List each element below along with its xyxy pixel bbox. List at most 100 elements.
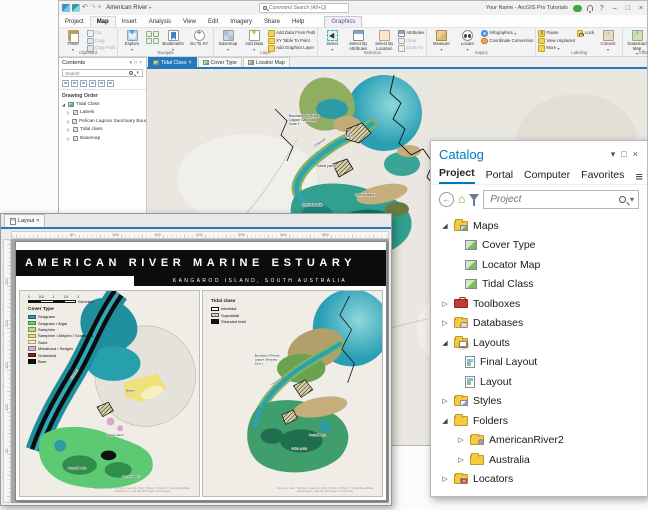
command-search-box[interactable] (259, 3, 349, 13)
list-by-editing-icon[interactable] (89, 80, 96, 87)
tab-view[interactable]: View (177, 17, 202, 27)
tab-analysis[interactable]: Analysis (143, 17, 177, 27)
tree-item-layout[interactable]: Layout (431, 372, 647, 392)
layer-checkbox[interactable]: ✓ (73, 110, 78, 115)
view-unplaced-button[interactable]: View Unplaced (538, 38, 575, 45)
panel-menu-icon[interactable]: ▾ (608, 149, 619, 160)
tab-insert[interactable]: Insert (116, 17, 143, 27)
tab-imagery[interactable]: Imagery (224, 17, 258, 27)
layer-row-labels[interactable]: ▷ ✓ Labels (59, 109, 146, 118)
notifications-bell-icon[interactable] (587, 5, 593, 11)
tree-item-final-layout[interactable]: Final Layout (431, 353, 647, 373)
full-extent-icon[interactable] (146, 31, 152, 37)
tab-share[interactable]: Share (258, 17, 286, 27)
convert-labels-button[interactable]: Convert▾ (596, 29, 620, 51)
command-search-input[interactable] (269, 5, 345, 11)
add-data-from-path-button[interactable]: Add Data From Path (268, 30, 315, 37)
copy-button[interactable]: Copy (87, 38, 115, 45)
account-status-badge[interactable] (573, 5, 582, 12)
tab-edit[interactable]: Edit (202, 17, 224, 27)
view-tab-cover-type[interactable]: Cover Type (198, 57, 242, 67)
attributes-button[interactable]: Attributes (398, 30, 424, 37)
list-by-selection-icon[interactable] (80, 80, 87, 87)
measure-button[interactable]: Measure▾ (429, 29, 453, 51)
catalog-tab-portal[interactable]: Portal (486, 169, 513, 184)
qat-dropdown-icon[interactable]: ▾ (98, 4, 102, 12)
pause-labels-button[interactable]: Pause (538, 30, 575, 37)
next-extent-icon[interactable] (153, 38, 159, 44)
view-tab-locator-map[interactable]: Locator Map (243, 57, 290, 67)
layer-row-tidal-class[interactable]: ▷ ✓ Tidal class (59, 126, 146, 135)
explore-button[interactable]: Explore▾ (120, 29, 144, 51)
project-name-menu[interactable]: American River ▾ (106, 5, 151, 11)
layer-checkbox[interactable]: ✓ (73, 127, 78, 132)
list-by-labeling-icon[interactable] (107, 80, 114, 87)
layer-row-pelican-boundary[interactable]: ▷ ✓ Pelican Lagoon Sanctuary Boundary (59, 117, 146, 126)
layer-checkbox[interactable]: ✓ (72, 119, 77, 124)
tree-item-tidal-class[interactable]: Tidal Class (431, 275, 647, 295)
clear-button[interactable]: Clear (398, 38, 424, 45)
layer-row-map[interactable]: ◢ Tidal Class (59, 100, 146, 109)
select-by-location-button[interactable]: Select By Location (372, 29, 396, 51)
close-layout-icon[interactable]: × (36, 218, 39, 224)
close-button[interactable]: × (637, 5, 645, 12)
layout-canvas[interactable]: AMERICAN RIVER MARINE ESTUARY KANGAROO I… (11, 239, 389, 503)
filter-icon[interactable] (469, 194, 479, 201)
project-icon[interactable] (72, 4, 80, 12)
coordinate-conversion-button[interactable]: Coordinate Conversion (481, 38, 533, 45)
lock-labels-button[interactable]: Lock (577, 30, 594, 37)
contents-search-box[interactable]: ▾ (62, 69, 143, 77)
layer-row-basemap[interactable]: ▷ ✓ Basemap (59, 134, 146, 143)
view-tab-tidal-class[interactable]: Tidal Class × (148, 57, 197, 67)
list-by-snapping-icon[interactable] (98, 80, 105, 87)
go-to-xy-button[interactable]: Go To XY (187, 29, 211, 47)
tree-item-locators[interactable]: ▷ Locators (431, 470, 647, 490)
basemap-button[interactable]: Basemap▾ (216, 29, 240, 51)
xy-table-to-point-button[interactable]: XY Table To Point (268, 38, 315, 45)
tree-item-styles[interactable]: ▷ Styles (431, 392, 647, 412)
catalog-tab-project[interactable]: Project (439, 167, 475, 184)
panel-float-icon[interactable]: □ (618, 149, 629, 159)
cover-type-map-frame[interactable]: Channel Beach Saline patch Central Basin… (19, 290, 200, 497)
panel-close-icon[interactable]: × (630, 149, 641, 159)
contents-search-input[interactable] (65, 71, 127, 76)
tree-item-australia[interactable]: ▷ Australia (431, 450, 647, 470)
redo-button[interactable]: ↷ (90, 4, 96, 12)
tree-item-folders[interactable]: ◢ Folders (431, 411, 647, 431)
previous-extent-icon[interactable] (146, 38, 152, 44)
close-view-icon[interactable]: × (188, 60, 191, 66)
locate-button[interactable]: Locate▾ (455, 29, 479, 51)
catalog-search-box[interactable]: ▾ (483, 190, 639, 209)
undo-button[interactable]: ↶ (82, 4, 88, 12)
cut-button[interactable]: Cut (87, 30, 115, 37)
tidal-class-map-frame[interactable]: Boundary of Pelican Lagoon Sanctuary Zon… (202, 290, 383, 497)
tree-item-locator-map[interactable]: Locator Map (431, 255, 647, 275)
catalog-tab-computer[interactable]: Computer (524, 169, 570, 184)
tree-item-layouts[interactable]: ◢ Layouts (431, 333, 647, 353)
paste-button[interactable]: Paste▾ (61, 29, 85, 51)
help-button[interactable]: ? (598, 5, 606, 12)
catalog-search-input[interactable] (488, 193, 615, 206)
tab-graphics-contextual[interactable]: Graphics (324, 16, 362, 27)
panel-close-icon[interactable]: × (138, 60, 143, 66)
catalog-menu-icon[interactable]: ≡ (635, 170, 643, 184)
fixed-zoom-in-icon[interactable] (153, 31, 159, 37)
catalog-tab-favorites[interactable]: Favorites (581, 169, 624, 184)
tab-project[interactable]: Project (59, 17, 90, 27)
save-icon[interactable] (62, 4, 70, 12)
tree-item-databases[interactable]: ▷ Databases (431, 314, 647, 334)
tree-item-toolboxes[interactable]: ▷ Toolboxes (431, 294, 647, 314)
home-icon[interactable]: ⌂ (458, 193, 465, 205)
bookmarks-button[interactable]: Bookmarks▾ (161, 29, 185, 51)
tree-item-cover-type[interactable]: Cover Type (431, 236, 647, 256)
back-icon[interactable]: ← (439, 192, 454, 207)
list-by-drawing-order-icon[interactable] (62, 80, 69, 87)
add-data-button[interactable]: Add Data▾ (242, 29, 266, 51)
infographics-button[interactable]: Infographics▾ (481, 30, 533, 37)
layer-checkbox[interactable]: ✓ (73, 136, 78, 141)
select-button[interactable]: Select▾ (320, 29, 344, 51)
layout-view-tab[interactable]: Layout × (4, 214, 45, 227)
tree-item-americanriver2[interactable]: ▷ AmericanRiver2 (431, 431, 647, 451)
select-by-attributes-button[interactable]: Select By Attributes (346, 29, 370, 51)
tree-item-maps[interactable]: ◢ Maps (431, 216, 647, 236)
